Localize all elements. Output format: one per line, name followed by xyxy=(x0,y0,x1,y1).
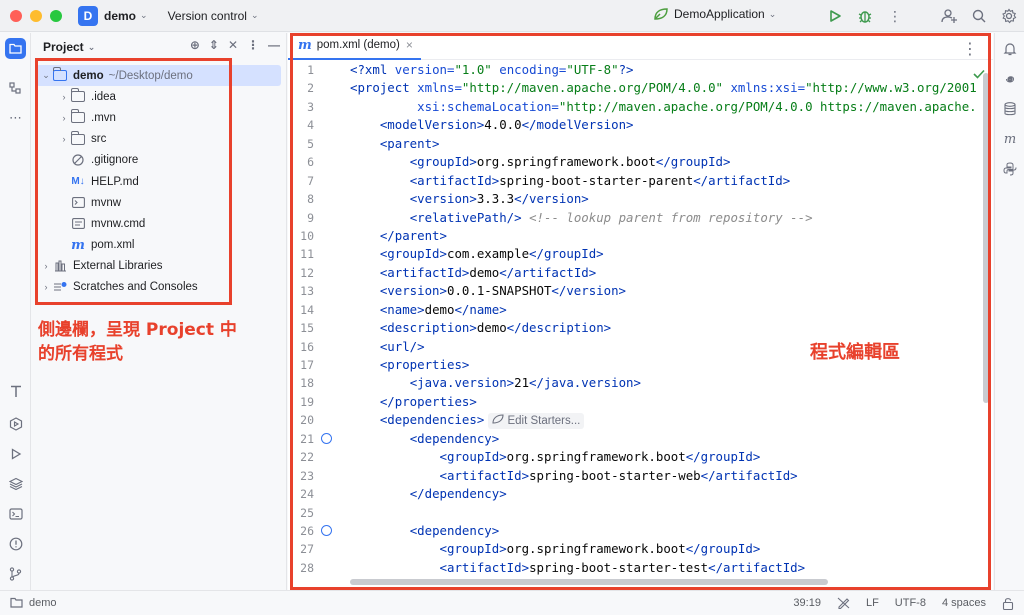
file-encoding[interactable]: UTF-8 xyxy=(895,597,926,609)
services-tool-button[interactable] xyxy=(5,413,26,434)
more-tools-button[interactable]: ⋯ xyxy=(5,107,26,128)
editor-annotation: 程式編輯區 xyxy=(810,342,900,363)
status-project-name[interactable]: demo xyxy=(29,597,57,609)
status-bar: demo 39:19 LF UTF-8 4 spaces xyxy=(0,590,1024,614)
more-actions-button[interactable]: ⋮ xyxy=(880,0,910,32)
database-icon xyxy=(1004,102,1016,116)
chevron-down-icon: ⌄ xyxy=(768,8,777,19)
problems-icon xyxy=(9,537,22,550)
spring-boot-icon xyxy=(654,8,668,20)
sidebar-highlight-box xyxy=(35,58,232,305)
locate-file-icon[interactable]: ⊕ xyxy=(190,38,200,52)
maven-icon: m xyxy=(1003,131,1017,147)
project-switcher[interactable]: demo xyxy=(104,9,136,23)
project-badge[interactable]: D xyxy=(78,5,98,26)
spiral-icon xyxy=(1005,76,1015,83)
hide-panel-icon[interactable]: — xyxy=(268,38,280,52)
layers-icon xyxy=(8,477,23,490)
status-bar-widgets: 39:19 LF UTF-8 4 spaces xyxy=(793,591,1014,615)
readonly-toggle-icon[interactable] xyxy=(837,597,850,609)
line-ending[interactable]: LF xyxy=(866,597,879,609)
terminal-tool-button[interactable] xyxy=(5,503,26,524)
bell-icon xyxy=(1003,43,1017,56)
minimize-window-button[interactable] xyxy=(30,9,42,22)
maven-tool-button[interactable]: m xyxy=(1000,129,1020,149)
structure-icon xyxy=(9,82,21,94)
problems-tool-button[interactable] xyxy=(5,533,26,554)
expand-all-icon[interactable]: ⇕ xyxy=(209,38,219,52)
add-user-button[interactable] xyxy=(934,0,964,32)
folder-icon xyxy=(9,43,22,54)
title-bar: D demo ⌄ Version control ⌄ DemoApplicati… xyxy=(0,0,1024,32)
run-icon xyxy=(11,447,21,460)
left-tool-strip: ⋯ xyxy=(0,33,31,590)
settings-button[interactable] xyxy=(994,0,1024,32)
module-folder-icon xyxy=(10,597,23,608)
structure-tool-button[interactable] xyxy=(5,78,26,99)
project-tool-button[interactable] xyxy=(5,38,26,59)
python-icon xyxy=(1003,162,1017,176)
notifications-button[interactable] xyxy=(1000,39,1020,59)
project-panel-tools: ⊕ ⇕ ✕ ⋮ — xyxy=(190,38,280,52)
lock-icon[interactable] xyxy=(1002,597,1014,610)
gear-icon xyxy=(1002,8,1017,24)
build-tool-button[interactable] xyxy=(5,381,26,402)
debug-button[interactable] xyxy=(850,0,880,32)
maximize-window-button[interactable] xyxy=(50,9,62,22)
window-controls xyxy=(10,9,62,22)
run-button[interactable] xyxy=(820,0,850,32)
run-config-label: DemoApplication xyxy=(674,7,765,21)
search-button[interactable] xyxy=(964,0,994,32)
chevron-down-icon: ⌄ xyxy=(87,41,96,52)
run-configuration-selector[interactable]: DemoApplication ⌄ xyxy=(652,7,776,21)
toolbar-actions: ⋮ xyxy=(820,0,1024,32)
terminal-icon xyxy=(8,507,23,520)
version-control-menu[interactable]: Version control xyxy=(168,9,247,23)
add-user-icon xyxy=(941,9,957,23)
git-tool-button[interactable] xyxy=(5,563,26,584)
editor-highlight-box xyxy=(290,33,991,590)
git-branch-icon xyxy=(9,566,22,581)
debug-icon xyxy=(858,11,872,23)
chevron-down-icon: ⌄ xyxy=(140,10,148,20)
project-panel-title[interactable]: Project xyxy=(43,40,84,54)
sidebar-annotation-line2: 的所有程式 xyxy=(38,344,123,364)
hammer-icon xyxy=(10,385,21,397)
search-icon xyxy=(972,9,986,23)
services-icon xyxy=(9,416,22,431)
layers-tool-button[interactable] xyxy=(5,473,26,494)
more-horizontal-icon: ⋯ xyxy=(9,109,22,125)
indent-setting[interactable]: 4 spaces xyxy=(942,597,986,609)
project-panel-header: Project ⌄ ⊕ ⇕ ✕ ⋮ — xyxy=(32,33,286,61)
options-icon[interactable]: ⋮ xyxy=(247,38,259,52)
more-vertical-icon: ⋮ xyxy=(888,7,902,24)
run-tool-button[interactable] xyxy=(5,443,26,464)
right-tool-strip: m xyxy=(994,33,1024,590)
sidebar-annotation: 側邊欄，呈現 Project 中 的所有程式 xyxy=(38,318,237,366)
ai-assistant-button[interactable] xyxy=(1000,69,1020,89)
run-icon xyxy=(830,10,841,22)
sidebar-annotation-line1: 側邊欄，呈現 Project 中 xyxy=(38,320,237,340)
chevron-down-icon: ⌄ xyxy=(250,10,259,20)
python-console-button[interactable] xyxy=(1000,159,1020,179)
close-window-button[interactable] xyxy=(10,9,22,22)
collapse-all-icon[interactable]: ✕ xyxy=(228,38,238,52)
database-button[interactable] xyxy=(1000,99,1020,119)
caret-position[interactable]: 39:19 xyxy=(793,597,821,609)
